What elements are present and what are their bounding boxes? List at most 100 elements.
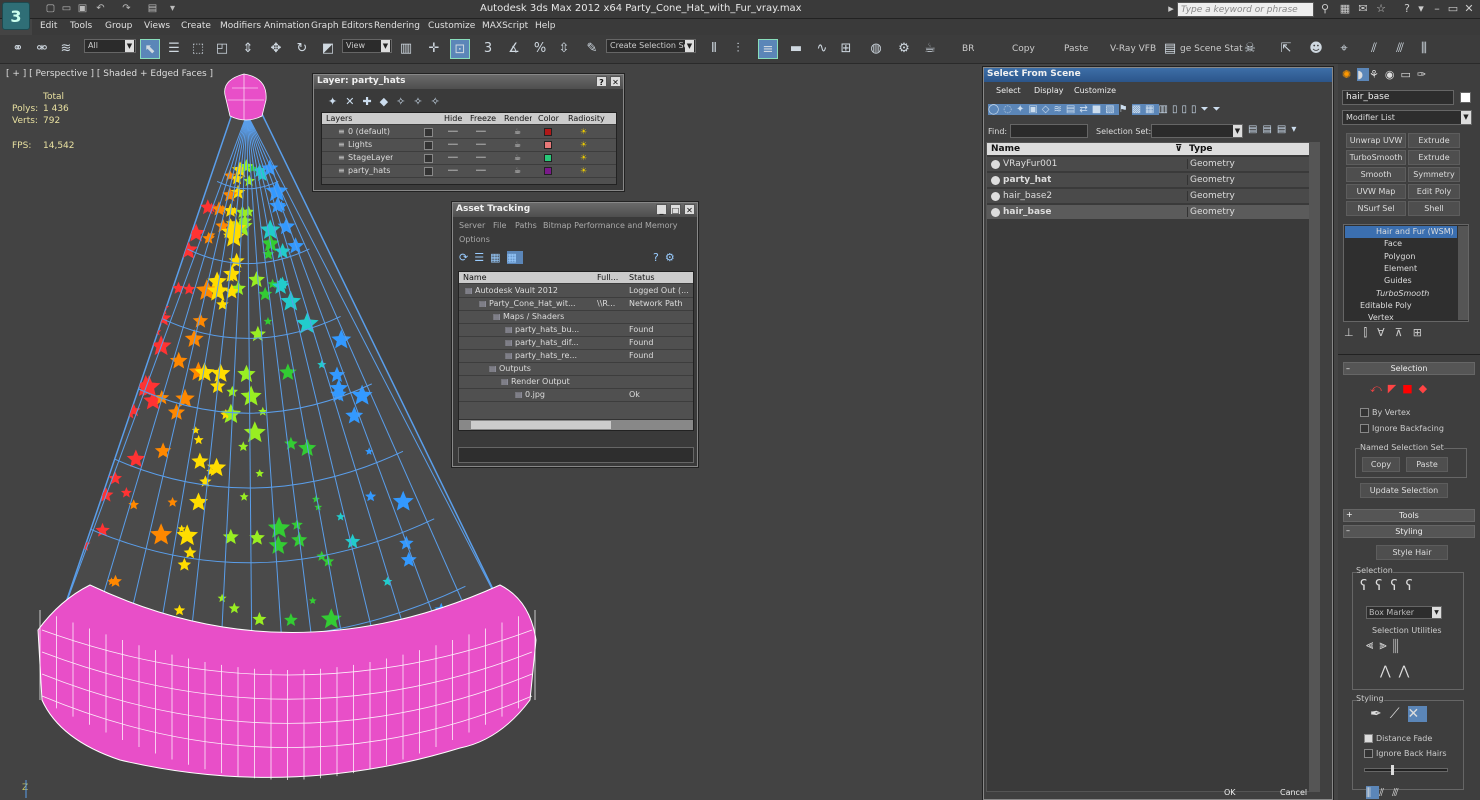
freeze-toggle-icon[interactable]: ━━ (476, 153, 486, 162)
mirror-icon[interactable]: ⫴ (704, 39, 724, 59)
radiosity-icon[interactable]: ☀ (580, 166, 587, 175)
modifier-stack-item[interactable]: Editable Poly (1360, 301, 1412, 310)
modifier-button[interactable]: NSurf Sel (1346, 201, 1406, 216)
scene-stats-button[interactable]: ge Scene Stat (1180, 44, 1243, 54)
layer-current-checkbox[interactable] (424, 141, 433, 150)
highlight-layer-icon[interactable]: ✧ (396, 95, 413, 108)
hair-guides-icon[interactable]: ⫻ (1390, 39, 1410, 59)
tools-rollout-header[interactable]: Tools (1343, 509, 1475, 522)
render-teapot-icon[interactable]: ☕ (920, 39, 940, 59)
unlink-icon[interactable]: ⚮ (32, 39, 52, 59)
selection-set-dropdown[interactable]: ▼ (1151, 124, 1243, 138)
asset-row[interactable]: ▤ Maps / Shaders (459, 311, 693, 324)
layer-current-checkbox[interactable] (424, 154, 433, 163)
display-containers-icon[interactable]: ▧ (1105, 104, 1119, 115)
add-to-layer-icon[interactable]: ✚ (362, 95, 379, 108)
stack-scrollbar[interactable] (1458, 226, 1468, 320)
copy-button[interactable]: Copy (1012, 44, 1035, 54)
modifier-button[interactable]: Smooth (1346, 167, 1406, 182)
modifier-button[interactable]: Symmetry (1408, 167, 1460, 182)
menu-views[interactable]: Views (144, 21, 170, 31)
freeze-all-icon[interactable]: ✧ (431, 95, 448, 108)
scene-stats-icon[interactable]: ▤ (1160, 39, 1180, 59)
align-icon[interactable]: ⫶ (728, 39, 748, 59)
reference-coord-dropdown[interactable]: View ▼ (342, 39, 392, 53)
menu-customize[interactable]: Customize (428, 21, 475, 31)
hierarchy-tab-icon[interactable]: ⚘ (1369, 68, 1385, 81)
asset-row[interactable]: ▤ Outputs (459, 363, 693, 376)
list-icon[interactable]: ☰ (474, 251, 490, 264)
camera-icon[interactable]: ⌖ (1334, 39, 1354, 59)
vertical-scrollbar[interactable] (1309, 143, 1319, 791)
selection-rollout-header[interactable]: Selection (1343, 362, 1475, 375)
asset-tracking-titlebar[interactable]: Asset Tracking _ □ ✕ (453, 203, 697, 217)
undo-icon[interactable]: ↶ (94, 2, 107, 15)
select-icon[interactable]: ✕ (1407, 706, 1428, 722)
modifier-stack-item[interactable]: Hair and Fur (WSM) (1376, 227, 1454, 236)
layer-color-swatch[interactable] (544, 154, 552, 162)
expand-selection-icon[interactable]: ⫼ (1393, 638, 1405, 653)
open-icon[interactable]: ▭ (60, 2, 73, 15)
display-spacewarps-icon[interactable]: ≋ (1053, 104, 1066, 115)
puff-icon[interactable]: ⫻ (1392, 786, 1407, 799)
modifier-button[interactable]: Unwrap UVW (1346, 133, 1406, 148)
select-whole-guide-icon[interactable]: ʕ (1375, 578, 1390, 594)
modifier-button[interactable]: Edit Poly (1408, 184, 1460, 199)
select-move-icon[interactable]: ⇕ (238, 39, 258, 59)
thumbnail-icon[interactable]: ▦ (490, 251, 506, 264)
freeze-toggle-icon[interactable]: ━━ (476, 140, 486, 149)
layer-color-swatch[interactable] (544, 128, 552, 136)
select-hair-by-ends-icon[interactable]: ʕ (1360, 578, 1375, 594)
render-teapot-icon[interactable]: ☕ (514, 166, 521, 175)
modifier-button[interactable]: Extrude (1408, 150, 1460, 165)
display-frozen-icon[interactable]: ⚑ (1119, 104, 1132, 115)
new-layer-icon[interactable]: ✦ (328, 95, 345, 108)
layer-name[interactable]: StageLayer (348, 153, 393, 162)
asset-path-field[interactable] (458, 447, 694, 463)
layer-row[interactable]: ≡ Lights ━━ ━━ ☕ ☀ (322, 139, 616, 152)
maximize-icon[interactable]: □ (670, 204, 681, 215)
marker-style-dropdown[interactable]: Box Marker ▼ (1366, 606, 1442, 619)
modifier-stack-item[interactable]: Polygon (1384, 252, 1415, 261)
add-selection-set-icon[interactable]: ▤ (1262, 124, 1276, 135)
select-manipulate-icon[interactable]: ✛ (424, 39, 444, 59)
close-icon[interactable]: ✕ (1462, 2, 1476, 16)
find-input[interactable] (1010, 124, 1088, 138)
invert-selection-icon[interactable]: ▯ (1191, 104, 1201, 115)
display-lights-icon[interactable]: ✦ (1015, 104, 1029, 115)
modifier-stack-item[interactable]: Element (1384, 264, 1417, 273)
hair-style-icon[interactable]: ⫽ (1364, 39, 1384, 59)
menu-animation[interactable]: Animation (264, 21, 310, 31)
style-hair-button[interactable]: Style Hair (1376, 545, 1448, 560)
copy-selection-button[interactable]: Copy (1362, 457, 1400, 472)
menu-options[interactable]: Options (459, 235, 490, 244)
new-icon[interactable]: ▢ (44, 2, 57, 15)
styling-rollout-header[interactable]: Styling (1343, 525, 1475, 538)
material-editor-icon[interactable]: ◍ (866, 39, 886, 59)
app-menu-icon[interactable]: 3 (2, 2, 30, 30)
render-teapot-icon[interactable]: ☕ (514, 140, 521, 149)
hide-toggle-icon[interactable]: ━━ (448, 153, 458, 162)
scale-icon[interactable]: ◩ (318, 39, 338, 59)
menu-tools[interactable]: Tools (70, 21, 92, 31)
ok-button[interactable]: OK (1224, 788, 1236, 797)
communication-icon[interactable]: ✉ (1356, 2, 1370, 16)
graphite-ribbon-icon[interactable]: ▬ (786, 39, 806, 59)
motion-tab-icon[interactable]: ◉ (1385, 68, 1401, 81)
pivot-center-icon[interactable]: ▥ (396, 39, 416, 59)
funnel-icon[interactable]: ⏷ (1213, 104, 1225, 115)
subscription-icon[interactable]: ▦ (1338, 2, 1352, 16)
display-bones-icon[interactable]: ■ (1091, 104, 1106, 115)
select-in-layer-icon[interactable]: ◆ (380, 95, 396, 108)
modifier-button[interactable]: UVW Map (1346, 184, 1406, 199)
layer-current-checkbox[interactable] (424, 128, 433, 137)
render-teapot-icon[interactable]: ☕ (514, 153, 521, 162)
layer-name[interactable]: party_hats (348, 166, 390, 175)
sort-icon[interactable]: ⊽ (1175, 144, 1182, 154)
scene-list-header[interactable]: Name ⊽ Type (987, 143, 1317, 156)
menu-display[interactable]: Display (1034, 86, 1064, 95)
ignore-backfacing-checkbox[interactable] (1360, 424, 1369, 433)
layer-row[interactable]: ≡ 0 (default) ━━ ━━ ☕ ☀ (322, 126, 616, 139)
display-all-icon[interactable]: ▦ (1145, 104, 1159, 115)
project-folder-icon[interactable]: ▤ (146, 2, 159, 15)
